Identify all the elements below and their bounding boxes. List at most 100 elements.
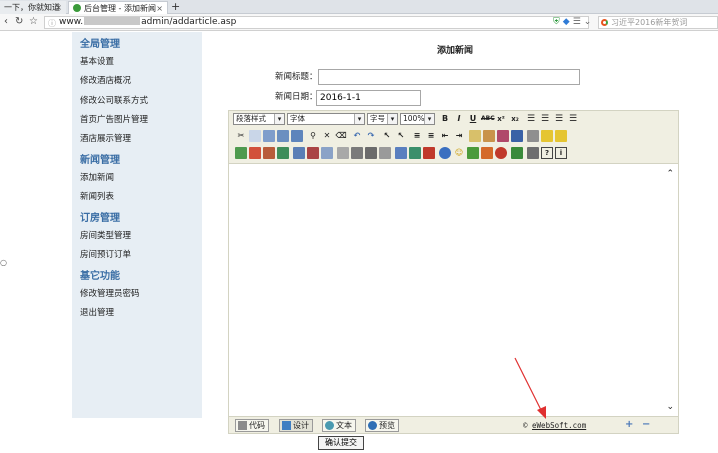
menu-icon[interactable]: ☰ — [573, 17, 581, 27]
image-icon[interactable] — [235, 147, 247, 159]
remove-format-icon[interactable] — [511, 130, 523, 142]
sidebar-heading-news: 新闻管理 — [80, 155, 120, 166]
news-title-input[interactable] — [318, 69, 580, 85]
fullscreen-icon[interactable] — [527, 147, 539, 159]
underline-button[interactable]: U — [467, 113, 479, 125]
iframe-icon[interactable] — [337, 147, 349, 159]
hr-icon[interactable] — [365, 147, 377, 159]
sidebar-item-room-orders[interactable]: 房间预订订单 — [80, 248, 131, 260]
zoom-select[interactable]: 100% ▾ — [400, 113, 435, 125]
url-path: admin/addarticle.asp — [141, 17, 237, 27]
align-right-icon[interactable]: ☰ — [553, 113, 565, 125]
background-icon[interactable] — [541, 130, 553, 142]
date-icon[interactable] — [511, 147, 523, 159]
sidebar-item-change-password[interactable]: 修改管理员密码 — [80, 287, 140, 299]
cut-icon[interactable]: ✂ — [235, 130, 247, 142]
redo-icon[interactable]: ↷ — [365, 130, 377, 142]
undo-icon[interactable]: ↶ — [351, 130, 363, 142]
bullet-list-icon[interactable]: ≡ — [425, 130, 437, 142]
flash-icon[interactable] — [249, 147, 261, 159]
align-left-icon[interactable]: ☰ — [525, 113, 537, 125]
delete-icon[interactable]: ✕ — [321, 130, 333, 142]
form-icon[interactable] — [307, 147, 319, 159]
back-icon[interactable]: ‹ — [4, 16, 8, 28]
submit-button[interactable]: 确认提交 — [318, 436, 364, 450]
sidebar-item-hotel-showcase[interactable]: 酒店展示管理 — [80, 132, 131, 144]
search-box[interactable]: 习近平2016新年贺词 — [598, 16, 718, 29]
select-pointer-icon[interactable]: ↖ — [381, 130, 393, 142]
address-bar[interactable]: ⓘ www. admin/addarticle.asp — [44, 16, 589, 29]
eraser-icon[interactable]: ⌫ — [335, 130, 347, 142]
sidebar-item-room-types[interactable]: 房间类型管理 — [80, 229, 131, 241]
absolute-pos-icon[interactable]: ↖ — [395, 130, 407, 142]
mode-design-button[interactable]: 设计 — [279, 419, 313, 432]
link-icon[interactable] — [467, 147, 479, 159]
template-icon[interactable] — [395, 147, 407, 159]
editor-content-area[interactable]: ⌃ ⌄ — [229, 165, 678, 416]
sidebar-item-ad-images[interactable]: 首页广告图片管理 — [80, 113, 148, 125]
browser-tab-baidu[interactable]: 一下，你就知道 × — [0, 1, 66, 14]
numbered-list-icon[interactable]: ≡ — [411, 130, 423, 142]
sidebar-item-news-list[interactable]: 新闻列表 — [80, 190, 114, 202]
paragraph-style-select[interactable]: 段落样式 ▾ — [233, 113, 285, 125]
mode-code-button[interactable]: 代码 — [235, 419, 269, 432]
refresh-icon[interactable]: ↻ — [15, 16, 23, 28]
unlink-icon[interactable] — [481, 147, 493, 159]
find-icon[interactable]: ⚲ — [307, 130, 319, 142]
font-family-select[interactable]: 字体 ▾ — [287, 113, 365, 125]
style-icon[interactable] — [555, 130, 567, 142]
sidebar-item-contact-info[interactable]: 修改公司联系方式 — [80, 94, 148, 106]
font-style-icon[interactable] — [497, 130, 509, 142]
mode-text-button[interactable]: 文本 — [322, 419, 356, 432]
paste-word-icon[interactable] — [291, 130, 303, 142]
bold-button[interactable]: B — [439, 113, 451, 125]
text-color-icon[interactable] — [469, 130, 481, 142]
align-center-icon[interactable]: ☰ — [539, 113, 551, 125]
highlight-icon[interactable] — [483, 130, 495, 142]
shield-icon[interactable]: ⛨ — [553, 17, 560, 27]
paste-text-icon[interactable] — [277, 130, 289, 142]
superscript-button[interactable]: x² — [495, 113, 507, 125]
sidebar-item-logout[interactable]: 退出管理 — [80, 306, 114, 318]
close-tab-icon[interactable]: × — [55, 2, 62, 13]
align-justify-icon[interactable]: ☰ — [567, 113, 579, 125]
bookmark-star-icon[interactable]: ☆ — [29, 16, 38, 28]
strikethrough-button[interactable]: ABC — [481, 113, 495, 125]
paste-icon[interactable] — [263, 130, 275, 142]
table-icon[interactable] — [293, 147, 305, 159]
scroll-up-icon[interactable]: ⌃ — [666, 169, 674, 179]
mode-preview-button[interactable]: 预览 — [365, 419, 399, 432]
copy-icon[interactable] — [249, 130, 261, 142]
help-icon[interactable]: ? — [541, 147, 553, 159]
italic-button[interactable]: I — [453, 113, 465, 125]
sidebar-item-hotel-overview[interactable]: 修改酒店概况 — [80, 74, 131, 86]
file-icon[interactable] — [277, 147, 289, 159]
zoom-in-icon[interactable]: + — [625, 420, 633, 430]
page-properties-icon[interactable] — [527, 130, 539, 142]
browser-tab-admin[interactable]: 后台管理 - 添加新闻 × — [68, 1, 168, 14]
stop-icon[interactable] — [495, 147, 507, 159]
font-size-select[interactable]: 字号 ▾ — [367, 113, 398, 125]
new-tab-button[interactable]: + — [171, 0, 180, 13]
news-date-input[interactable] — [316, 90, 421, 106]
media-icon[interactable] — [263, 147, 275, 159]
subscript-button[interactable]: x₂ — [509, 113, 521, 125]
symbol-icon[interactable] — [423, 147, 435, 159]
outdent-icon[interactable]: ⇤ — [439, 130, 451, 142]
chevron-down-icon[interactable]: ⌄ — [584, 17, 592, 27]
extension-icon[interactable]: ◆ — [563, 17, 570, 27]
zoom-out-icon[interactable]: − — [642, 420, 650, 430]
sidebar-item-basic-settings[interactable]: 基本设置 — [80, 55, 114, 67]
indent-icon[interactable]: ⇥ — [453, 130, 465, 142]
close-tab-icon[interactable]: × — [156, 3, 163, 14]
scroll-down-icon[interactable]: ⌄ — [666, 402, 674, 412]
emoticon-icon[interactable]: ☺ — [453, 147, 465, 159]
globe-icon[interactable] — [409, 147, 421, 159]
credit-link[interactable]: eWebSoft.com — [532, 421, 586, 430]
anchor-icon[interactable] — [439, 147, 451, 159]
textarea-icon[interactable] — [321, 147, 333, 159]
special-char-icon[interactable] — [379, 147, 391, 159]
marquee-icon[interactable] — [351, 147, 363, 159]
sidebar-item-add-news[interactable]: 添加新闻 — [80, 171, 114, 183]
info-icon[interactable]: i — [555, 147, 567, 159]
